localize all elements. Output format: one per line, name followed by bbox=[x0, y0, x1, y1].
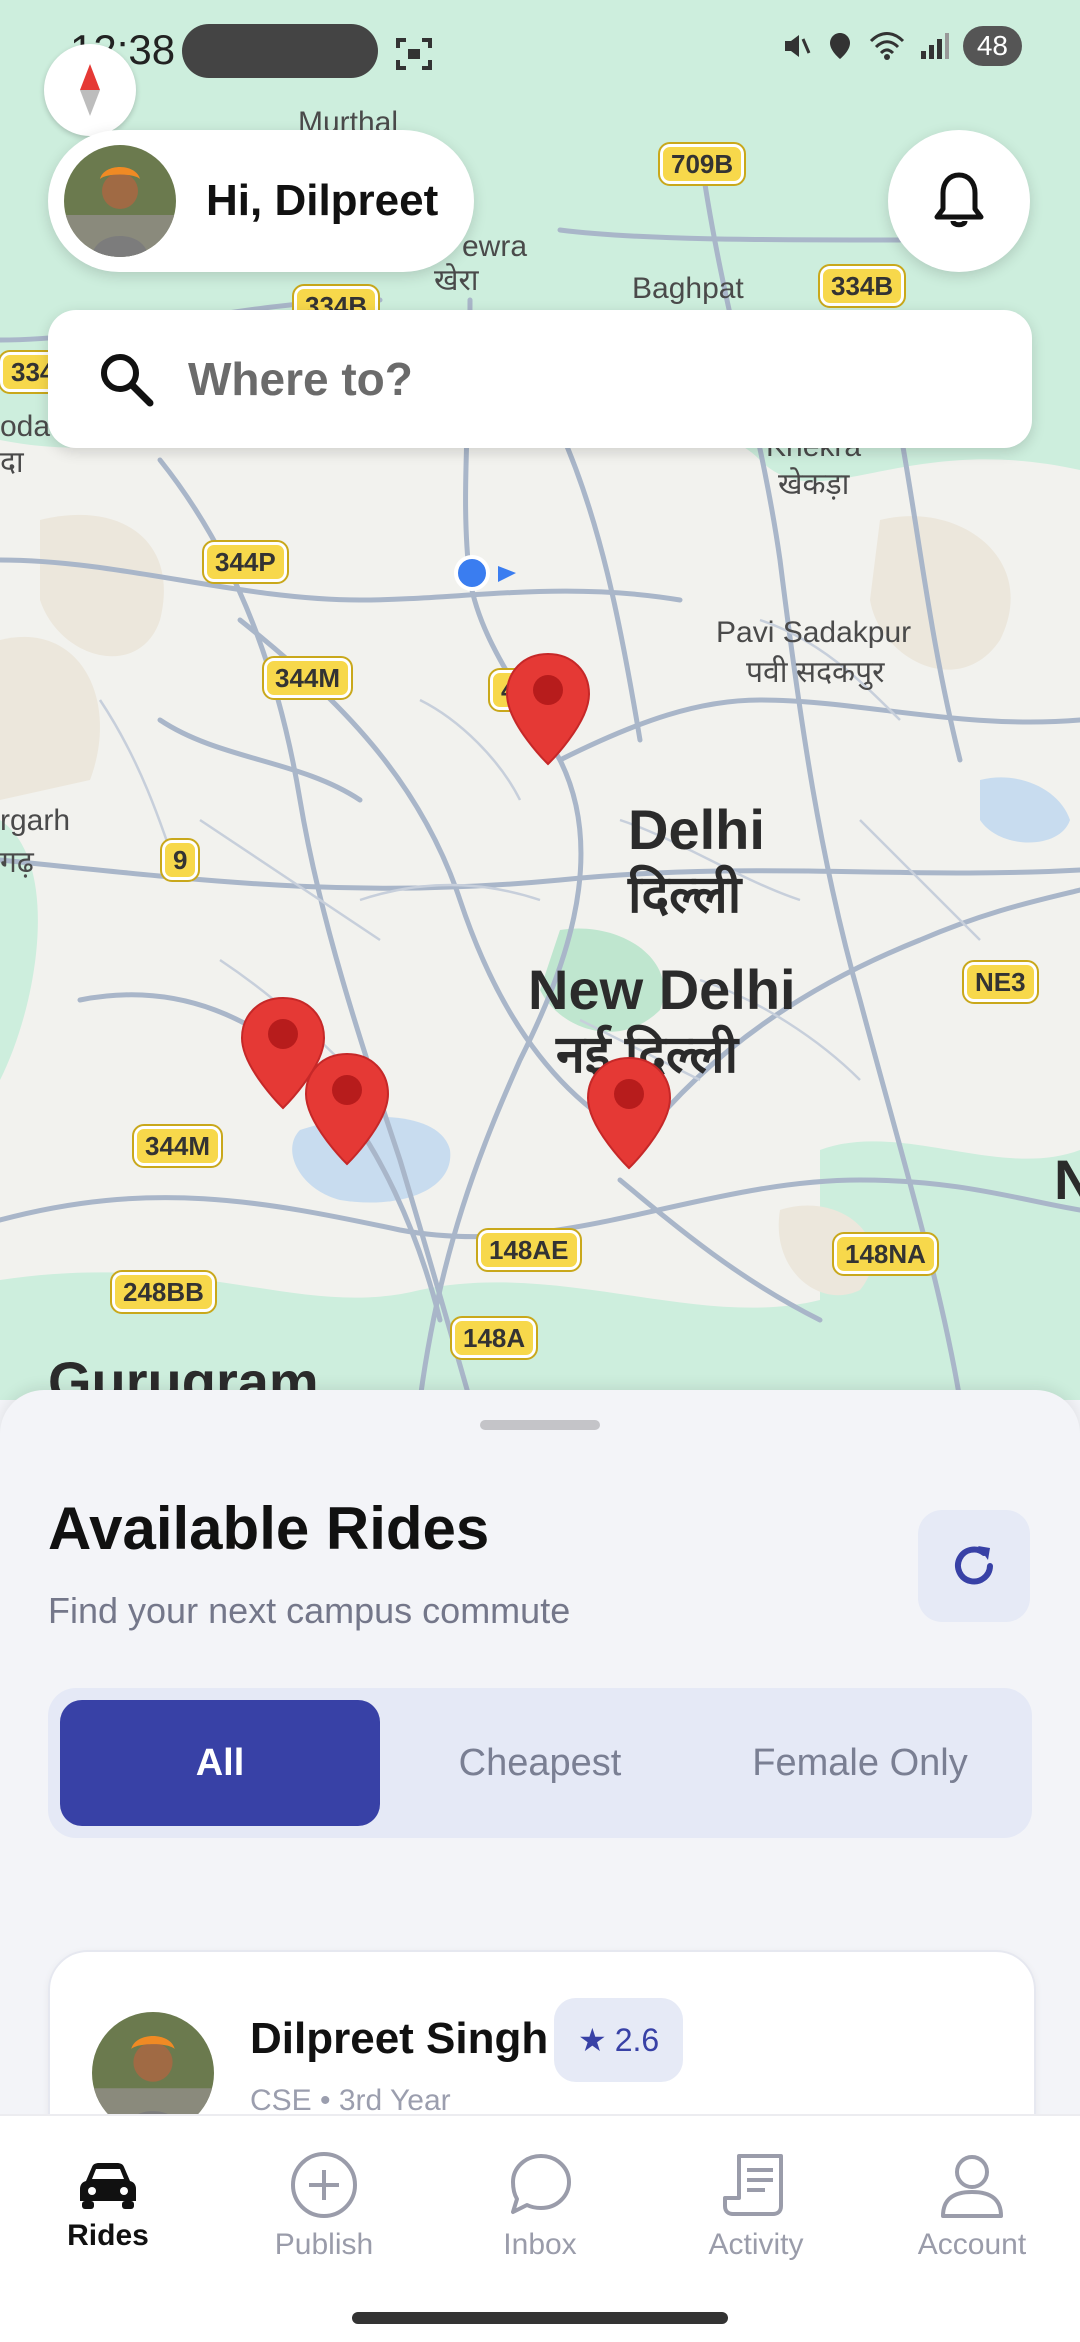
bell-icon bbox=[934, 172, 984, 228]
sheet-drag-handle[interactable] bbox=[480, 1420, 600, 1430]
map-label-khewra: ewra bbox=[462, 230, 528, 263]
nav-item-account[interactable]: Account bbox=[864, 2116, 1080, 2296]
refresh-icon bbox=[955, 1546, 993, 1585]
filter-tab-female-only[interactable]: Female Only bbox=[700, 1700, 1020, 1826]
camera-cutout bbox=[182, 24, 378, 78]
nav-item-rides[interactable]: Rides bbox=[0, 2116, 216, 2296]
road-shield: 344M bbox=[131, 1124, 224, 1168]
road-shield: 148NA bbox=[832, 1232, 939, 1276]
nav-label: Activity bbox=[708, 2228, 804, 2261]
map-label-delhi: Delhi bbox=[628, 798, 765, 861]
road-shield: 148A bbox=[449, 1316, 539, 1360]
wifi-icon bbox=[869, 32, 904, 60]
search-icon bbox=[101, 354, 154, 407]
road-shield: NE3 bbox=[962, 960, 1039, 1004]
map-label-khewra-hindi: खेरा bbox=[434, 264, 479, 297]
sheet-subtitle: Find your next campus commute bbox=[48, 1590, 571, 1631]
nav-label: Inbox bbox=[503, 2228, 577, 2261]
car-icon bbox=[80, 2163, 136, 2209]
screenshot-icon bbox=[396, 38, 432, 70]
map-label-da: दा bbox=[0, 446, 24, 479]
refresh-button[interactable] bbox=[918, 1510, 1030, 1622]
mute-icon bbox=[784, 35, 811, 57]
avatar[interactable] bbox=[64, 145, 176, 257]
road-shield: 344M bbox=[261, 656, 354, 700]
location-pin-icon bbox=[829, 33, 850, 59]
driver-avatar bbox=[92, 2012, 214, 2120]
filter-tab-cheapest[interactable]: Cheapest bbox=[380, 1700, 700, 1826]
nav-label: Rides bbox=[67, 2219, 149, 2252]
driver-meta: CSE • 3rd Year bbox=[250, 2084, 451, 2117]
road-shield: 344P bbox=[202, 540, 289, 584]
map-label-khekra-hindi: खेकड़ा bbox=[778, 468, 850, 501]
person-icon bbox=[941, 2155, 1003, 2218]
nav-item-activity[interactable]: Activity bbox=[648, 2116, 864, 2296]
ride-pin-marker[interactable] bbox=[503, 650, 593, 768]
ride-pin-marker[interactable] bbox=[302, 1050, 392, 1168]
chat-icon bbox=[511, 2154, 571, 2214]
road-shield: 9 bbox=[159, 838, 201, 882]
destination-search-input[interactable] bbox=[186, 351, 950, 407]
road-shield: 709B bbox=[657, 142, 747, 186]
home-indicator[interactable] bbox=[352, 2312, 728, 2324]
ride-filter-tabs: All Cheapest Female Only bbox=[48, 1688, 1032, 1838]
status-icons: 48 bbox=[781, 26, 1022, 66]
star-icon: ★ bbox=[578, 2022, 607, 2058]
driver-name: Dilpreet Singh bbox=[250, 2014, 549, 2063]
ride-card[interactable]: Dilpreet Singh ★ 2.6 CSE • 3rd Year bbox=[48, 1950, 1036, 2120]
notifications-button[interactable] bbox=[888, 130, 1030, 272]
rating-badge: ★ 2.6 bbox=[554, 1998, 684, 2082]
ride-pin-marker[interactable] bbox=[584, 1054, 674, 1172]
road-shield: 148AE bbox=[476, 1228, 582, 1272]
nav-item-inbox[interactable]: Inbox bbox=[432, 2116, 648, 2296]
rating-value: 2.6 bbox=[614, 2021, 660, 2058]
profile-greeting-card[interactable]: Hi, Dilpreet bbox=[48, 130, 474, 272]
compass-icon bbox=[80, 64, 100, 116]
status-bar: 12:38 48 bbox=[0, 0, 1080, 100]
search-bar[interactable] bbox=[48, 310, 1032, 448]
nav-label: Account bbox=[917, 2228, 1027, 2261]
road-shield: 334B bbox=[817, 264, 907, 308]
road-shield: 248BB bbox=[110, 1270, 217, 1314]
map-label-baghpat: Baghpat bbox=[632, 272, 744, 305]
rides-bottom-sheet[interactable]: Available Rides Find your next campus co… bbox=[0, 1390, 1080, 2120]
filter-tab-all[interactable]: All bbox=[60, 1700, 380, 1826]
plus-circle-icon bbox=[291, 2152, 357, 2218]
nav-item-publish[interactable]: Publish bbox=[216, 2116, 432, 2296]
nav-label: Publish bbox=[274, 2228, 374, 2261]
map-label-rgarh-hindi: गढ़ bbox=[0, 846, 34, 879]
battery-indicator: 48 bbox=[962, 26, 1022, 66]
map-label-n-edge: N bbox=[1054, 1148, 1080, 1211]
signal-icon bbox=[920, 33, 949, 59]
map-label-delhi-hindi: दिल्ली bbox=[628, 866, 742, 924]
map-label-oda: oda bbox=[0, 410, 51, 443]
bottom-navigation: Rides Publish Inbox Activity Account bbox=[0, 2114, 1080, 2342]
map-label-pavi-sadakpur: Pavi Sadakpur bbox=[716, 616, 912, 649]
compass-button[interactable] bbox=[44, 44, 136, 136]
map-label-pavi-sadakpur-hindi: पवी सदकपुर bbox=[746, 656, 885, 689]
receipt-icon bbox=[723, 2154, 783, 2216]
sheet-title: Available Rides bbox=[48, 1495, 490, 1562]
greeting-text: Hi, Dilpreet bbox=[206, 176, 439, 225]
map-label-rgarh: rgarh bbox=[0, 804, 71, 837]
map-label-new-delhi: New Delhi bbox=[528, 958, 796, 1021]
